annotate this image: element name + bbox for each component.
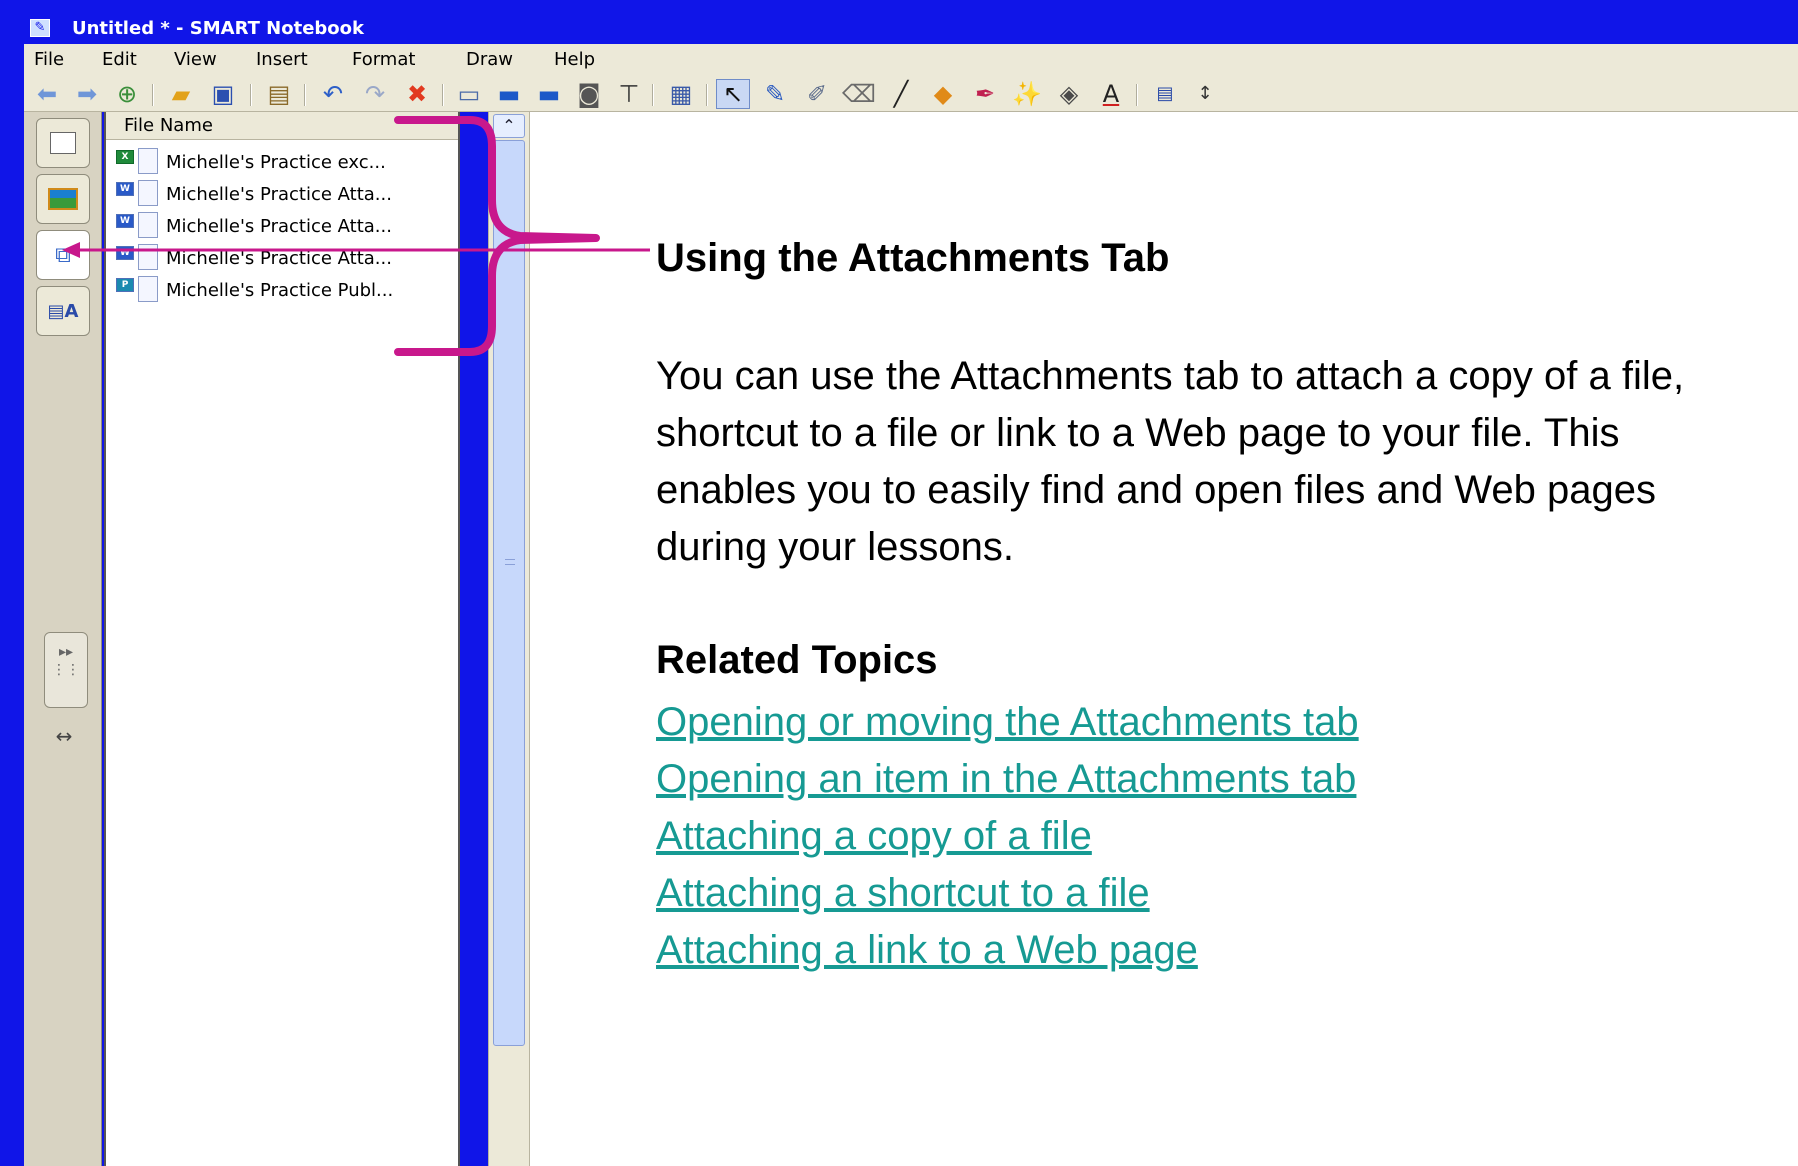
attachments-panel: File Name X Michelle's Practice exc... W…: [104, 112, 460, 1166]
scroll-up-button[interactable]: ⌃: [493, 114, 525, 138]
shapes-icon[interactable]: ◆: [926, 79, 960, 109]
menu-bar: File Edit View Insert Format Draw Help: [24, 44, 1798, 76]
resize-arrows-icon[interactable]: ↔: [44, 724, 84, 748]
window-title: Untitled * - SMART Notebook: [72, 18, 364, 39]
toolbar-separator: [250, 84, 252, 106]
related-topics-list: Opening or moving the Attachments tab Op…: [656, 694, 1359, 979]
paste-icon[interactable]: ▤: [262, 79, 296, 109]
dual-page-icon[interactable]: ▬: [532, 79, 566, 109]
open-folder-icon[interactable]: ▰: [164, 79, 198, 109]
content-body: You can use the Attachments tab to attac…: [656, 354, 1685, 569]
page-sorter-tab[interactable]: [36, 118, 90, 168]
word-file-icon: W: [114, 212, 164, 240]
pen-icon[interactable]: ✎: [758, 79, 792, 109]
select-icon[interactable]: ↖: [716, 79, 750, 109]
publisher-file-icon: P: [114, 276, 164, 304]
move-toolbar-icon[interactable]: ↕: [1188, 79, 1222, 109]
link-attaching-copy[interactable]: Attaching a copy of a file: [656, 808, 1359, 865]
auto-hide-handle[interactable]: ▸▸ ⋮⋮: [44, 632, 88, 708]
toolbar-separator: [1136, 84, 1138, 106]
attachments-tab[interactable]: ⧉: [36, 230, 90, 280]
related-topics-heading: Related Topics: [656, 638, 938, 682]
link-attaching-shortcut[interactable]: Attaching a shortcut to a file: [656, 865, 1359, 922]
attachment-name: Michelle's Practice exc...: [166, 151, 386, 173]
document-camera-icon[interactable]: ⊤: [612, 79, 646, 109]
toolbar-separator: [442, 84, 444, 106]
attachment-name: Michelle's Practice Atta...: [166, 215, 392, 237]
smart-notebook-app-icon: ✎: [30, 19, 50, 37]
undo-icon[interactable]: ↶: [316, 79, 350, 109]
menu-draw[interactable]: Draw: [466, 48, 513, 72]
gallery-icon: [48, 188, 78, 210]
text-icon[interactable]: A: [1094, 79, 1128, 109]
word-file-icon: W: [114, 244, 164, 272]
save-icon[interactable]: ▣: [206, 79, 240, 109]
toolbar-separator: [304, 84, 306, 106]
attachment-row[interactable]: W Michelle's Practice Atta...: [114, 242, 454, 274]
toolbar-separator: [152, 84, 154, 106]
toolbar-separator: [652, 84, 654, 106]
menu-view[interactable]: View: [174, 48, 217, 72]
scroll-grip-icon: [505, 559, 515, 565]
forward-arrow-icon[interactable]: ➡: [70, 79, 104, 109]
menu-format[interactable]: Format: [352, 48, 415, 72]
line-icon[interactable]: ╱: [884, 79, 918, 109]
magic-pen-icon[interactable]: ✒: [968, 79, 1002, 109]
attachment-row[interactable]: W Michelle's Practice Atta...: [114, 178, 454, 210]
attachment-row[interactable]: X Michelle's Practice exc...: [114, 146, 454, 178]
properties-tab[interactable]: ▤A: [36, 286, 90, 336]
side-tab-bar: ⧉ ▤A ▸▸ ⋮⋮ ↔: [24, 112, 102, 1166]
toolbar-separator: [706, 84, 708, 106]
attachment-row[interactable]: W Michelle's Practice Atta...: [114, 210, 454, 242]
page-sorter-icon: [50, 132, 76, 154]
attachment-name: Michelle's Practice Publ...: [166, 279, 394, 301]
redo-icon[interactable]: ↷: [358, 79, 392, 109]
gallery-tab[interactable]: [36, 174, 90, 224]
delete-icon[interactable]: ✖: [400, 79, 434, 109]
link-opening-item-attachments[interactable]: Opening an item in the Attachments tab: [656, 751, 1359, 808]
fill-icon[interactable]: ◈: [1052, 79, 1086, 109]
word-file-icon: W: [114, 180, 164, 208]
link-opening-moving-attachments[interactable]: Opening or moving the Attachments tab: [656, 694, 1359, 751]
screen-shade-icon[interactable]: ▭: [452, 79, 486, 109]
attachments-icon: ⧉: [55, 242, 71, 268]
table-icon[interactable]: ▦: [664, 79, 698, 109]
link-attaching-web-link[interactable]: Attaching a link to a Web page: [656, 922, 1359, 979]
full-screen-icon[interactable]: ▬: [492, 79, 526, 109]
panel-scrollbar[interactable]: ⌃: [488, 112, 530, 1166]
creative-pen-icon[interactable]: ✐: [800, 79, 834, 109]
menu-help[interactable]: Help: [554, 48, 595, 72]
menu-edit[interactable]: Edit: [102, 48, 137, 72]
shape-recognition-pen-icon[interactable]: ✨: [1010, 79, 1044, 109]
back-arrow-icon[interactable]: ⬅: [30, 79, 64, 109]
scroll-thumb[interactable]: [493, 140, 525, 1046]
menu-file[interactable]: File: [34, 48, 64, 72]
attachment-name: Michelle's Practice Atta...: [166, 247, 392, 269]
title-bar[interactable]: ✎ Untitled * - SMART Notebook: [24, 16, 1798, 42]
properties-icon: ▤A: [47, 300, 79, 322]
attachment-row[interactable]: P Michelle's Practice Publ...: [114, 274, 454, 306]
main-toolbar: ⬅ ➡ ⊕ ▰ ▣ ▤ ↶ ↷ ✖ ▭ ▬ ▬ ◙ ⊤ ▦ ↖ ✎ ✐ ⌫ ╱ …: [24, 76, 1798, 112]
file-name-column-header[interactable]: File Name: [106, 112, 458, 140]
capture-icon[interactable]: ◙: [572, 79, 606, 109]
properties-icon[interactable]: ▤: [1148, 79, 1182, 109]
attachment-name: Michelle's Practice Atta...: [166, 183, 392, 205]
menu-insert[interactable]: Insert: [256, 48, 308, 72]
excel-file-icon: X: [114, 148, 164, 176]
eraser-icon[interactable]: ⌫: [842, 79, 876, 109]
add-page-icon[interactable]: ⊕: [110, 79, 144, 109]
content-heading: Using the Attachments Tab: [656, 236, 1170, 280]
